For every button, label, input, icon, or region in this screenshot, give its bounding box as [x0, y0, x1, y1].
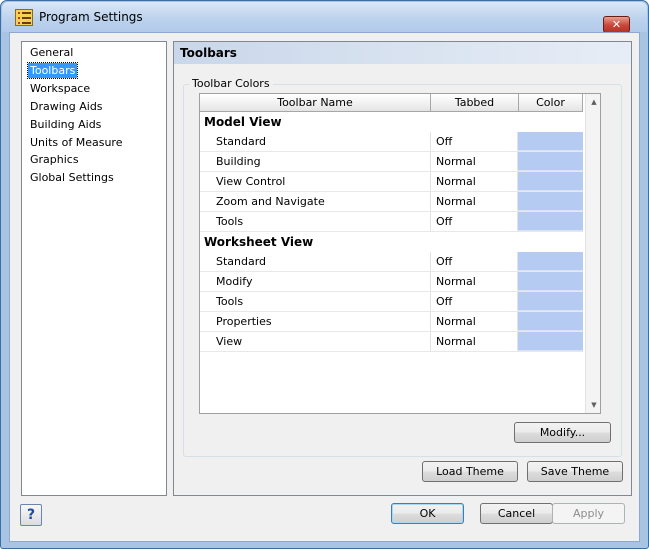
toolbar-name-cell: Standard [200, 252, 431, 271]
table-row[interactable]: Zoom and Navigate Normal [200, 192, 583, 212]
app-settings-icon [15, 9, 33, 26]
color-swatch[interactable] [518, 272, 583, 291]
scroll-down-arrow-icon[interactable]: ▼ [586, 397, 600, 413]
table-row[interactable]: Tools Off [200, 212, 583, 232]
toolbar-name-cell: View Control [200, 172, 431, 191]
column-header-toolbar-name[interactable]: Toolbar Name [200, 94, 431, 112]
toolbar-name-cell: Standard [200, 132, 431, 151]
color-swatch[interactable] [518, 212, 583, 231]
tabbed-cell[interactable]: Normal [431, 332, 518, 351]
table-row[interactable]: Tools Off [200, 292, 583, 312]
nav-item-units-of-measure[interactable]: Units of Measure [28, 135, 124, 150]
close-icon: ✕ [611, 18, 622, 31]
color-swatch[interactable] [518, 312, 583, 331]
nav-item-global-settings[interactable]: Global Settings [28, 170, 116, 185]
tabbed-cell[interactable]: Normal [431, 152, 518, 171]
apply-button[interactable]: Apply [552, 503, 625, 524]
tabbed-cell[interactable]: Off [431, 212, 518, 231]
nav-item-general[interactable]: General [28, 45, 75, 60]
cancel-button[interactable]: Cancel [480, 503, 553, 524]
color-swatch[interactable] [518, 132, 583, 151]
toolbars-settings-panel: Toolbars Toolbar Colors Toolbar Name Tab… [173, 41, 632, 496]
table-row[interactable]: View Normal [200, 332, 583, 352]
save-theme-button[interactable]: Save Theme [527, 461, 623, 482]
toolbar-name-cell: Modify [200, 272, 431, 291]
group-label: Toolbar Colors [189, 77, 273, 91]
section-header: Toolbars [174, 42, 631, 64]
color-swatch[interactable] [518, 292, 583, 311]
tabbed-cell[interactable]: Off [431, 292, 518, 311]
tabbed-cell[interactable]: Normal [431, 192, 518, 211]
group-title: Worksheet View [204, 235, 314, 249]
toolbar-colors-grid[interactable]: Toolbar Name Tabbed Color Model View Stan… [199, 93, 601, 414]
modify-button[interactable]: Modify... [514, 422, 611, 443]
table-row[interactable]: Building Normal [200, 152, 583, 172]
close-button[interactable]: ✕ [603, 16, 630, 33]
grid-vertical-scrollbar[interactable]: ▲ ▼ [585, 94, 600, 413]
scroll-up-arrow-icon[interactable]: ▲ [586, 94, 600, 110]
ok-button[interactable]: OK [391, 503, 464, 524]
title-bar[interactable]: Program Settings ✕ [2, 2, 647, 33]
color-swatch[interactable] [518, 332, 583, 351]
toolbar-name-cell: View [200, 332, 431, 351]
color-swatch[interactable] [518, 192, 583, 211]
nav-item-drawing-aids[interactable]: Drawing Aids [28, 99, 105, 114]
help-button[interactable]: ? [20, 504, 42, 526]
dialog-client-area: General Toolbars Workspace Drawing Aids … [9, 32, 640, 542]
toolbar-name-cell: Properties [200, 312, 431, 331]
nav-item-graphics[interactable]: Graphics [28, 152, 81, 167]
tabbed-cell[interactable]: Off [431, 132, 518, 151]
window-title: Program Settings [39, 10, 143, 24]
table-row[interactable]: View Control Normal [200, 172, 583, 192]
toolbar-name-cell: Building [200, 152, 431, 171]
nav-item-toolbars[interactable]: Toolbars [26, 62, 79, 79]
column-header-color[interactable]: Color [519, 94, 583, 112]
question-mark-icon: ? [26, 507, 36, 523]
table-row[interactable]: Standard Off [200, 252, 583, 272]
nav-item-workspace[interactable]: Workspace [28, 81, 92, 96]
tabbed-cell[interactable]: Off [431, 252, 518, 271]
color-swatch[interactable] [518, 172, 583, 191]
load-theme-button[interactable]: Load Theme [422, 461, 518, 482]
settings-category-list[interactable]: General Toolbars Workspace Drawing Aids … [21, 41, 167, 496]
toolbar-name-cell: Tools [200, 292, 431, 311]
tabbed-cell[interactable]: Normal [431, 272, 518, 291]
nav-item-building-aids[interactable]: Building Aids [28, 117, 103, 132]
toolbar-name-cell: Zoom and Navigate [200, 192, 431, 211]
program-settings-window: Program Settings ✕ General Toolbars Work… [0, 0, 649, 549]
tabbed-cell[interactable]: Normal [431, 172, 518, 191]
column-header-tabbed[interactable]: Tabbed [431, 94, 519, 112]
color-swatch[interactable] [518, 252, 583, 271]
toolbar-name-cell: Tools [200, 212, 431, 231]
color-swatch[interactable] [518, 152, 583, 171]
table-row[interactable]: Modify Normal [200, 272, 583, 292]
table-row[interactable]: Standard Off [200, 132, 583, 152]
group-title: Model View [204, 115, 282, 129]
tabbed-cell[interactable]: Normal [431, 312, 518, 331]
table-row[interactable]: Properties Normal [200, 312, 583, 332]
